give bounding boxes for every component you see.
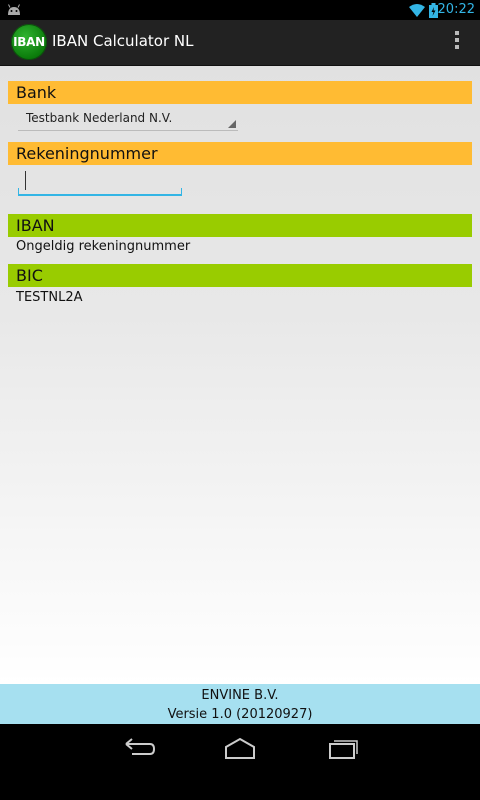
footer-version: Versie 1.0 (20120927) xyxy=(167,707,313,722)
home-icon[interactable] xyxy=(220,736,260,762)
android-icon xyxy=(8,4,20,15)
app-icon[interactable]: IBAN xyxy=(11,24,47,60)
account-header: Rekeningnummer xyxy=(8,142,472,165)
navigation-bar xyxy=(0,724,480,800)
account-number-input[interactable] xyxy=(18,168,182,196)
app-title: IBAN Calculator NL xyxy=(52,32,194,50)
footer: ENVINE B.V. Versie 1.0 (20120927) xyxy=(0,684,480,724)
overflow-menu-icon[interactable] xyxy=(454,31,460,53)
wifi-icon xyxy=(409,4,425,17)
status-bar: 20:22 xyxy=(0,0,480,20)
bank-header: Bank xyxy=(8,81,472,104)
bank-spinner-value: Testbank Nederland N.V. xyxy=(26,111,173,125)
back-icon[interactable] xyxy=(118,736,158,762)
bic-value: TESTNL2A xyxy=(16,290,83,305)
bic-header: BIC xyxy=(8,264,472,287)
status-clock: 20:22 xyxy=(437,2,475,17)
iban-value: Ongeldig rekeningnummer xyxy=(16,239,191,254)
action-bar: IBAN IBAN Calculator NL xyxy=(0,20,480,66)
footer-company: ENVINE B.V. xyxy=(201,688,279,703)
text-cursor xyxy=(25,171,26,190)
recents-icon[interactable] xyxy=(322,736,362,762)
iban-header: IBAN xyxy=(8,214,472,237)
bank-spinner[interactable]: Testbank Nederland N.V. xyxy=(18,108,238,131)
spinner-arrow-icon xyxy=(228,120,236,128)
